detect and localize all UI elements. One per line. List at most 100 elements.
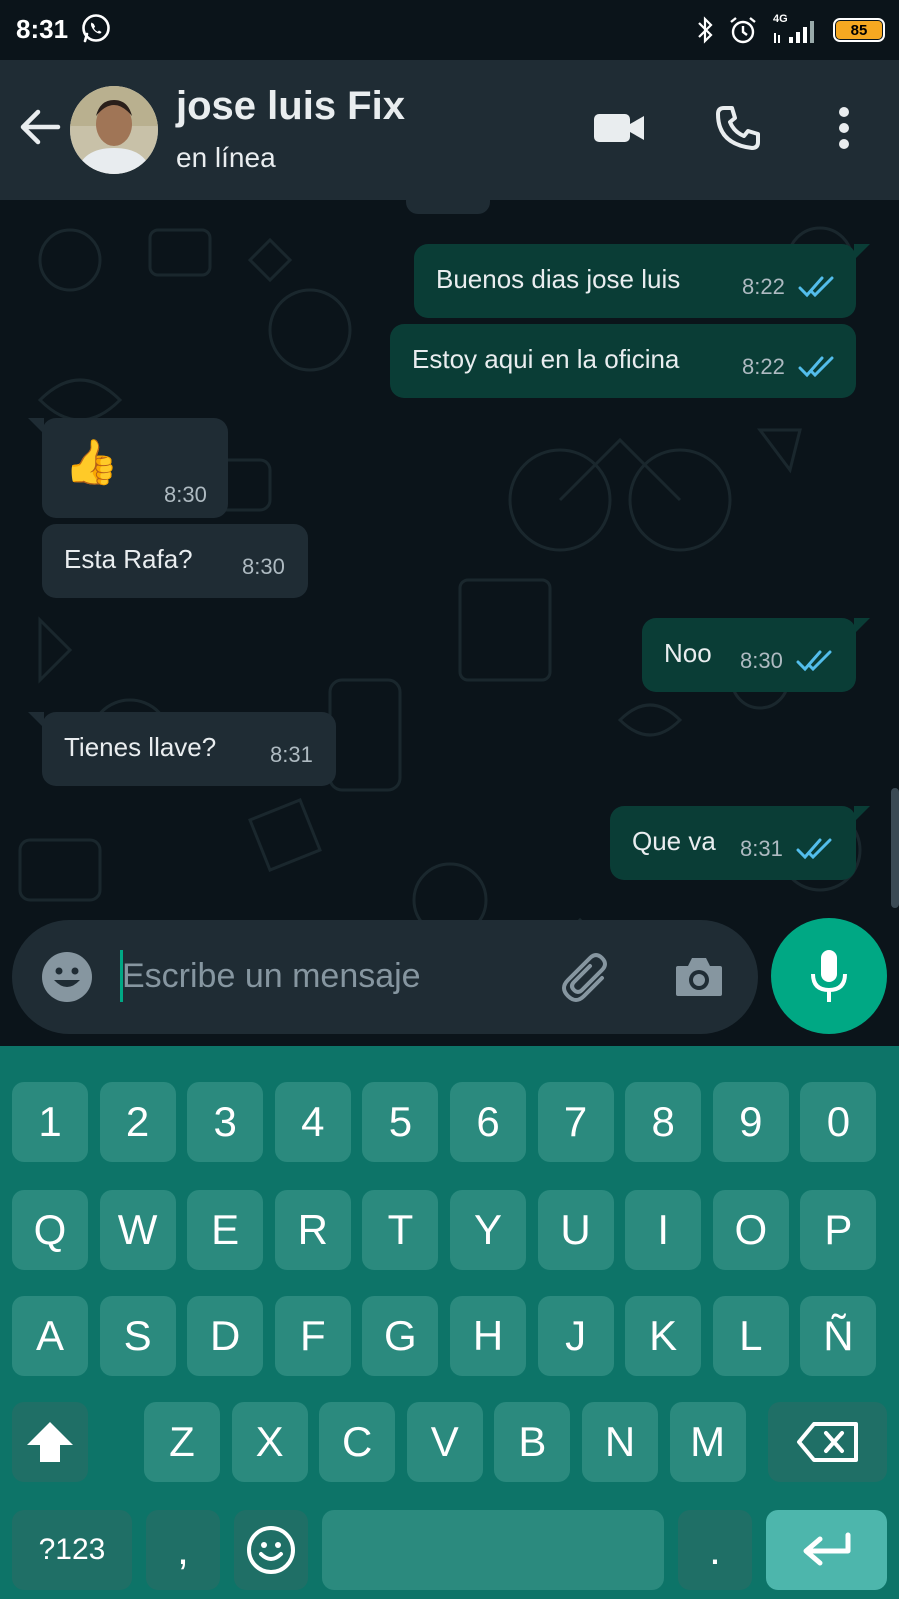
key-c[interactable]: C xyxy=(319,1402,396,1482)
contact-status: en línea xyxy=(176,142,276,173)
key-3[interactable]: 3 xyxy=(187,1082,264,1162)
read-receipt-icon xyxy=(796,838,832,860)
key-m[interactable]: M xyxy=(669,1402,746,1482)
soft-keyboard: ?123 , . 1234567890 QWERTYUIOP ASDFGHJKLÑ Z… xyxy=(0,1046,899,1599)
key-8[interactable]: 8 xyxy=(625,1082,702,1162)
read-receipt-icon xyxy=(796,650,832,672)
key-2[interactable]: 2 xyxy=(99,1082,176,1162)
outgoing-message-bubble[interactable]: Buenos dias jose luis 8:22 xyxy=(414,244,870,318)
bubble-tail xyxy=(854,244,870,260)
avatar[interactable] xyxy=(70,86,158,174)
shift-icon xyxy=(27,1422,73,1462)
phone-call-icon[interactable] xyxy=(714,104,762,152)
message-input[interactable] xyxy=(122,948,542,1004)
bubble-tail xyxy=(854,806,870,822)
microphone-icon xyxy=(811,950,847,1002)
message-text: Que va xyxy=(632,826,716,856)
backspace-key[interactable] xyxy=(768,1402,887,1482)
chat-header: jose luis Fix en línea xyxy=(0,60,899,200)
shift-key[interactable] xyxy=(12,1402,88,1482)
message-text: Tienes llave? xyxy=(64,732,217,762)
incoming-message-bubble[interactable]: Esta Rafa? 8:30 xyxy=(42,524,308,598)
key-1[interactable]: 1 xyxy=(12,1082,88,1162)
key-v[interactable]: V xyxy=(406,1402,483,1482)
key-h[interactable]: H xyxy=(450,1296,526,1376)
key-w[interactable]: W xyxy=(99,1190,176,1270)
camera-icon[interactable] xyxy=(672,950,726,1004)
key-j[interactable]: J xyxy=(537,1296,614,1376)
battery-icon: 85 xyxy=(833,18,885,42)
key-r[interactable]: R xyxy=(274,1190,351,1270)
key-q[interactable]: Q xyxy=(12,1190,88,1270)
message-time: 8:22 xyxy=(742,274,785,299)
message-composer[interactable] xyxy=(12,920,758,1034)
enter-key[interactable] xyxy=(766,1510,887,1590)
backspace-icon xyxy=(796,1422,858,1462)
message-time: 8:30 xyxy=(164,482,207,507)
bluetooth-icon xyxy=(698,16,713,44)
scrollbar[interactable] xyxy=(891,788,899,908)
message-time: 8:31 xyxy=(270,742,313,767)
key-s[interactable]: S xyxy=(99,1296,176,1376)
message-text: Buenos dias jose luis xyxy=(436,264,681,294)
status-time: 8:31 xyxy=(16,14,69,44)
key-n[interactable]: N xyxy=(582,1402,658,1482)
outgoing-message-bubble[interactable]: Estoy aqui en la oficina 8:22 xyxy=(390,324,856,398)
enter-icon xyxy=(803,1532,850,1566)
key-g[interactable]: G xyxy=(362,1296,439,1376)
status-bar: 8:31 4G 85 xyxy=(0,0,899,60)
partial-message xyxy=(406,200,490,214)
key-l[interactable]: L xyxy=(712,1296,789,1376)
key-e[interactable]: E xyxy=(187,1190,264,1270)
space-key[interactable] xyxy=(322,1510,664,1590)
bubble-tail xyxy=(28,712,44,728)
whatsapp-chat-screen: 8:31 4G 85 jose luis Fix en línea Buenos… xyxy=(0,0,899,1599)
incoming-message-bubble[interactable]: Tienes llave? 8:31 xyxy=(28,712,336,786)
key-0[interactable]: 0 xyxy=(800,1082,877,1162)
outgoing-message-bubble[interactable]: Noo 8:30 xyxy=(642,618,870,692)
emoji-icon[interactable] xyxy=(40,950,94,1004)
key-4[interactable]: 4 xyxy=(274,1082,351,1162)
battery-level: 85 xyxy=(836,21,882,39)
message-time: 8:22 xyxy=(742,354,785,379)
status-icons: 4G 85 xyxy=(695,12,885,48)
key-d[interactable]: D xyxy=(187,1296,264,1376)
key-b[interactable]: B xyxy=(494,1402,571,1482)
more-options-icon[interactable] xyxy=(824,104,864,152)
message-time: 8:30 xyxy=(740,648,783,673)
key-u[interactable]: U xyxy=(537,1190,614,1270)
read-receipt-icon xyxy=(798,356,834,378)
attach-icon[interactable] xyxy=(558,948,618,1008)
message-text: 👍 xyxy=(64,438,119,487)
read-receipt-icon xyxy=(798,276,834,298)
key-i[interactable]: I xyxy=(625,1190,702,1270)
key-o[interactable]: O xyxy=(712,1190,789,1270)
key-f[interactable]: F xyxy=(274,1296,351,1376)
key-z[interactable]: Z xyxy=(144,1402,220,1482)
key-x[interactable]: X xyxy=(231,1402,308,1482)
emoji-key[interactable] xyxy=(234,1510,308,1590)
key-t[interactable]: T xyxy=(362,1190,439,1270)
back-arrow-icon[interactable] xyxy=(18,105,62,149)
key-6[interactable]: 6 xyxy=(450,1082,526,1162)
voice-message-button[interactable] xyxy=(771,918,887,1034)
contact-name[interactable]: jose luis Fix xyxy=(176,84,405,129)
message-time: 8:31 xyxy=(740,836,783,861)
period-key[interactable]: . xyxy=(678,1510,752,1590)
key-a[interactable]: A xyxy=(12,1296,88,1376)
outgoing-message-bubble[interactable]: Que va 8:31 xyxy=(610,806,870,880)
video-call-icon[interactable] xyxy=(592,108,646,148)
comma-key[interactable]: , xyxy=(146,1510,220,1590)
bubble-tail xyxy=(28,418,44,434)
key-7[interactable]: 7 xyxy=(537,1082,614,1162)
key-y[interactable]: Y xyxy=(450,1190,526,1270)
key-9[interactable]: 9 xyxy=(712,1082,789,1162)
key-k[interactable]: K xyxy=(625,1296,702,1376)
signal-icon: 4G xyxy=(771,13,821,45)
message-text: Estoy aqui en la oficina xyxy=(412,344,680,374)
key-5[interactable]: 5 xyxy=(362,1082,439,1162)
incoming-message-bubble[interactable]: 👍 8:30 xyxy=(28,418,228,518)
symbols-key[interactable]: ?123 xyxy=(12,1510,132,1590)
key-ñ[interactable]: Ñ xyxy=(800,1296,877,1376)
key-p[interactable]: P xyxy=(800,1190,877,1270)
